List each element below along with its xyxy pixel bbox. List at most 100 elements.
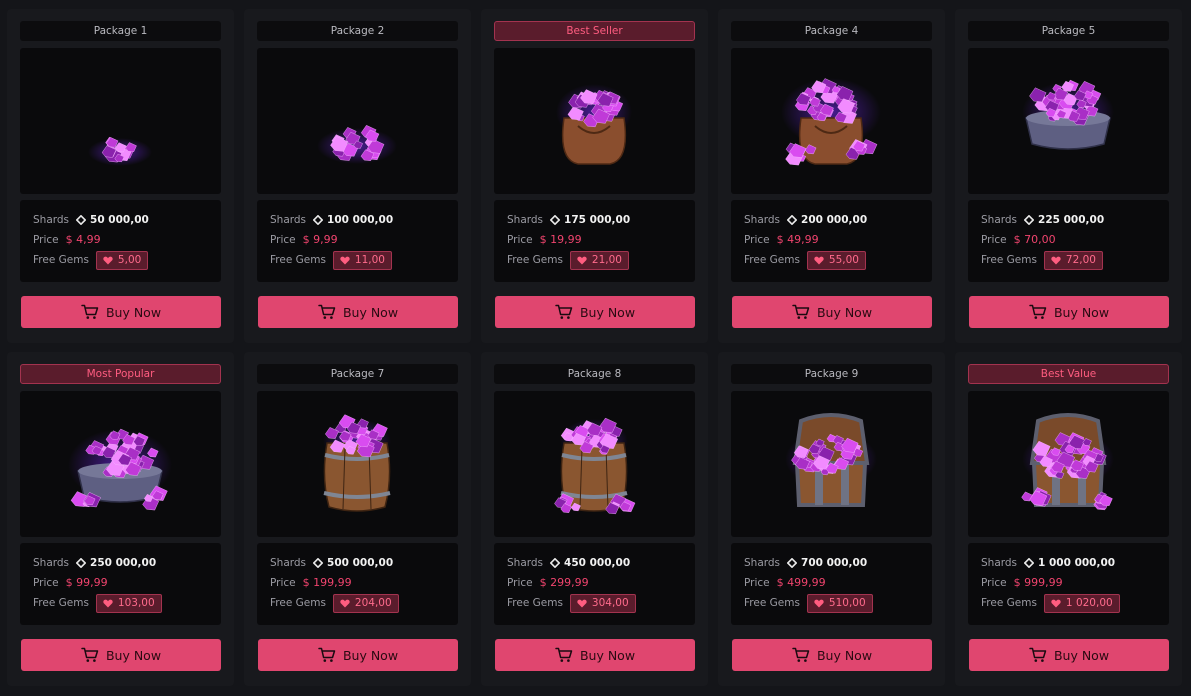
shards-amount: 100 000,00	[327, 213, 394, 226]
shards-amount: 200 000,00	[801, 213, 868, 226]
shards-row: Shards 200 000,00	[744, 212, 919, 227]
shards-label: Shards	[507, 556, 544, 569]
package-details: Shards 200 000,00 Price $ 49,99 Free Gem…	[731, 200, 932, 282]
free-gems-row: Free Gems 304,00	[507, 593, 682, 613]
gem-pile-image	[317, 125, 397, 164]
gem-sack-image	[556, 84, 632, 165]
free-gems-amount: 5,00	[117, 254, 142, 266]
free-gems-badge: 11,00	[332, 250, 392, 270]
price-row: Price $ 4,99	[33, 232, 208, 247]
price-label: Price	[744, 233, 770, 246]
package-image	[731, 391, 932, 537]
shards-amount: 175 000,00	[564, 213, 631, 226]
price-label: Price	[981, 576, 1007, 589]
shopping-cart-icon	[318, 647, 336, 662]
buy-now-label: Buy Now	[342, 647, 399, 663]
free-gems-amount: 21,00	[591, 254, 622, 266]
buy-now-label: Buy Now	[342, 304, 399, 320]
package-image	[257, 391, 458, 537]
price-row: Price $ 299,99	[507, 575, 682, 590]
heart-gem-icon	[814, 599, 824, 607]
small-gem-pile-image	[88, 136, 152, 166]
price-row: Price $ 499,99	[744, 575, 919, 590]
price-label: Price	[33, 233, 59, 246]
buy-now-button[interactable]: Buy Now	[732, 639, 932, 671]
shard-diamond-icon	[787, 214, 798, 225]
shards-label: Shards	[270, 556, 307, 569]
price-label: Price	[507, 576, 533, 589]
free-gems-amount: 304,00	[591, 597, 629, 609]
package-image	[20, 391, 221, 537]
price-row: Price $ 19,99	[507, 232, 682, 247]
package-tag: Package 5	[968, 21, 1169, 41]
shopping-cart-icon	[555, 304, 573, 319]
buy-now-label: Buy Now	[105, 304, 162, 320]
shard-diamond-icon	[1024, 557, 1035, 568]
free-gems-label: Free Gems	[270, 597, 326, 609]
package-image	[257, 48, 458, 194]
shopping-cart-icon	[792, 647, 810, 662]
price-label: Price	[270, 576, 296, 589]
free-gems-row: Free Gems 1 020,00	[981, 593, 1156, 613]
shards-label: Shards	[981, 556, 1018, 569]
free-gems-amount: 11,00	[354, 254, 385, 266]
free-gems-badge: 304,00	[569, 593, 636, 613]
shards-label: Shards	[33, 556, 70, 569]
price-row: Price $ 199,99	[270, 575, 445, 590]
shards-amount: 1 000 000,00	[1038, 556, 1116, 569]
buy-now-button[interactable]: Buy Now	[969, 296, 1169, 328]
shard-diamond-icon	[1024, 214, 1035, 225]
shard-diamond-icon	[313, 557, 324, 568]
price-row: Price $ 99,99	[33, 575, 208, 590]
gem-barrel-image	[323, 414, 391, 512]
buy-now-button[interactable]: Buy Now	[258, 296, 458, 328]
buy-now-button[interactable]: Buy Now	[21, 296, 221, 328]
shopping-cart-icon	[1029, 647, 1047, 662]
shards-amount: 225 000,00	[1038, 213, 1105, 226]
buy-now-button[interactable]: Buy Now	[495, 296, 695, 328]
buy-now-button[interactable]: Buy Now	[495, 639, 695, 671]
package-tag: Package 9	[731, 364, 932, 384]
free-gems-label: Free Gems	[981, 597, 1037, 609]
free-gems-label: Free Gems	[270, 254, 326, 266]
package-tag: Package 4	[731, 21, 932, 41]
price-value: $ 999,99	[1013, 576, 1063, 589]
free-gems-row: Free Gems 21,00	[507, 250, 682, 270]
package-tag: Package 7	[257, 364, 458, 384]
package-grid: Package 1 Shards 50 000,00 Price $ 4,99 …	[7, 9, 1184, 686]
shopping-cart-icon	[81, 647, 99, 662]
buy-now-label: Buy Now	[1053, 304, 1110, 320]
shards-label: Shards	[981, 213, 1018, 226]
package-tag: Package 2	[257, 21, 458, 41]
free-gems-amount: 1 020,00	[1065, 597, 1113, 609]
package-details: Shards 100 000,00 Price $ 9,99 Free Gems…	[257, 200, 458, 282]
buy-now-label: Buy Now	[816, 304, 873, 320]
shard-diamond-icon	[313, 214, 324, 225]
buy-now-button[interactable]: Buy Now	[969, 639, 1169, 671]
buy-now-label: Buy Now	[105, 647, 162, 663]
gem-bowl-image	[1022, 79, 1114, 150]
package-card: Package 8 Shards 450 000,00 Price $ 299,…	[481, 352, 708, 686]
buy-now-button[interactable]: Buy Now	[21, 639, 221, 671]
buy-now-button[interactable]: Buy Now	[258, 639, 458, 671]
shards-label: Shards	[33, 213, 70, 226]
large-gem-barrel-image	[554, 417, 636, 515]
shard-diamond-icon	[76, 214, 87, 225]
price-row: Price $ 70,00	[981, 232, 1156, 247]
buy-now-label: Buy Now	[579, 647, 636, 663]
large-gem-bowl-image	[68, 428, 172, 511]
free-gems-badge: 55,00	[806, 250, 866, 270]
package-card: Package 7 Shards 500 000,00 Price $ 199,…	[244, 352, 471, 686]
free-gems-row: Free Gems 103,00	[33, 593, 208, 613]
price-value: $ 70,00	[1013, 233, 1056, 246]
free-gems-label: Free Gems	[744, 597, 800, 609]
package-tag: Most Popular	[20, 364, 221, 384]
free-gems-label: Free Gems	[981, 254, 1037, 266]
free-gems-amount: 72,00	[1065, 254, 1096, 266]
free-gems-amount: 204,00	[354, 597, 392, 609]
shopping-cart-icon	[555, 647, 573, 662]
gem-chest-image	[785, 413, 877, 507]
buy-now-button[interactable]: Buy Now	[732, 296, 932, 328]
free-gems-amount: 510,00	[828, 597, 866, 609]
heart-gem-icon	[103, 599, 113, 607]
